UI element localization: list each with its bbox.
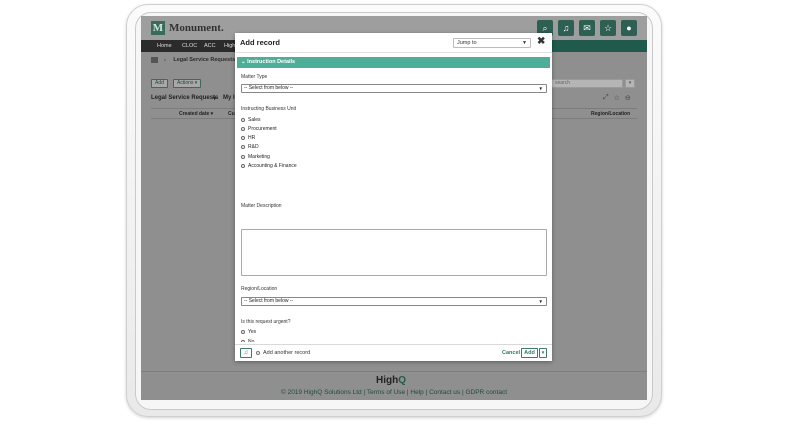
radio-label: Accounting & Finance — [248, 163, 297, 169]
radio-label: R&D — [248, 144, 259, 150]
nav-item-acc[interactable]: ACC — [204, 41, 216, 51]
logo-mark: M — [151, 21, 165, 35]
mail-icon[interactable]: ✉ — [579, 20, 595, 36]
chevron-down-icon: ▼ — [522, 40, 527, 46]
radio-rnd[interactable]: R&D — [241, 144, 259, 150]
modal-header: Add record Jump to ▼ ✖ — [235, 33, 552, 53]
matter-type-select[interactable]: -- Select from below -- ▼ — [241, 84, 547, 93]
star-icon[interactable]: ☆ — [600, 20, 616, 36]
more-icon[interactable]: ⊖ — [625, 94, 631, 102]
matter-description-textarea[interactable] — [241, 229, 547, 276]
page-title-caret[interactable]: ▾ — [213, 95, 216, 102]
modal-title: Add record — [240, 38, 281, 47]
radio-label: Procurement — [248, 126, 277, 132]
breadcrumb: › Legal Service Requests ▾ — [151, 57, 239, 63]
modal-body[interactable]: Matter Type -- Select from below -- ▼ Ins… — [235, 69, 552, 342]
add-button[interactable]: Add — [151, 79, 168, 88]
bell-icon[interactable]: ♫ — [558, 20, 574, 36]
region-select[interactable]: -- Select from below -- ▼ — [241, 297, 547, 306]
radio-button[interactable] — [241, 127, 245, 131]
radio-label: Marketing — [248, 154, 270, 160]
footer-logo-main: High — [376, 375, 399, 386]
bell-icon[interactable]: ♫ — [240, 348, 252, 358]
user-icon[interactable]: ● — [621, 20, 637, 36]
radio-button[interactable] — [241, 155, 245, 159]
add-another-checkbox[interactable] — [256, 351, 260, 355]
breadcrumb-separator: › — [164, 57, 166, 64]
matter-type-value: -- Select from below -- — [244, 85, 294, 91]
cancel-button[interactable]: Cancel — [502, 350, 520, 356]
radio-button[interactable] — [241, 340, 245, 342]
header-actions: ⌕ ♫ ✉ ☆ ● — [537, 20, 637, 36]
home-icon[interactable] — [151, 57, 158, 63]
matter-type-label: Matter Type — [241, 74, 268, 80]
page-footer: HighQ © 2019 HighQ Solutions Ltd | Terms… — [141, 371, 647, 400]
chevron-down-icon: ▼ — [538, 299, 543, 304]
footer-links[interactable]: © 2019 HighQ Solutions Ltd | Terms of Us… — [141, 389, 647, 396]
brand-logo[interactable]: M Monument. — [151, 21, 224, 35]
radio-label: Sales — [248, 117, 261, 123]
chevron-down-icon[interactable]: ▼ — [539, 348, 547, 358]
section-title: Instruction Details — [247, 59, 296, 65]
actions-button[interactable]: Actions ▾ — [173, 79, 202, 88]
expand-icon[interactable]: ⤢ — [603, 94, 609, 102]
jump-to-label: Jump to — [457, 40, 477, 46]
app-screen: M Monument. ⌕ ♫ ✉ ☆ ● Home CLOC ACC High… — [141, 16, 647, 400]
radio-button[interactable] — [241, 330, 245, 334]
footer-logo-q: Q — [398, 375, 406, 386]
modal-footer: ♫ Add another record Cancel Add ▼ — [235, 344, 552, 361]
page-title: Legal Service Requests — [151, 95, 219, 101]
view-selector[interactable]: My I — [223, 95, 235, 101]
region-value: -- Select from below -- — [244, 298, 294, 304]
add-record-button[interactable]: Add — [521, 348, 538, 358]
nav-item-high[interactable]: High — [224, 41, 235, 51]
radio-label: Yes — [248, 329, 257, 335]
business-unit-label: Instructing Business Unit — [241, 106, 297, 112]
nav-item-cloc[interactable]: CLOC — [182, 41, 197, 51]
view-tools: ⤢ ☆ ⊖ — [603, 94, 631, 102]
radio-sales[interactable]: Sales — [241, 117, 261, 123]
close-icon[interactable]: ✖ — [537, 36, 545, 48]
radio-urgent-no[interactable]: No — [241, 339, 254, 342]
radio-accounting-finance[interactable]: Accounting & Finance — [241, 163, 297, 169]
radio-button[interactable] — [241, 145, 245, 149]
radio-label: HR — [248, 135, 256, 141]
jump-to-select[interactable]: Jump to ▼ — [453, 38, 531, 48]
region-label: Region/Location — [241, 286, 278, 292]
radio-button[interactable] — [241, 164, 245, 168]
radio-urgent-yes[interactable]: Yes — [241, 329, 256, 335]
search-input[interactable]: search — [551, 79, 623, 88]
brand-name: Monument. — [169, 22, 224, 34]
radio-marketing[interactable]: Marketing — [241, 154, 270, 160]
search-dropdown-button[interactable]: ▾ — [625, 79, 635, 88]
add-another-label[interactable]: Add another record — [263, 350, 310, 356]
radio-button[interactable] — [241, 136, 245, 140]
add-record-modal: Add record Jump to ▼ ✖ ⌄ Instruction Deta… — [235, 33, 552, 361]
radio-hr[interactable]: HR — [241, 135, 255, 141]
column-region-location[interactable]: Region/Location — [591, 111, 630, 117]
favorite-icon[interactable]: ☆ — [614, 94, 620, 102]
breadcrumb-current[interactable]: Legal Service Requests ▾ — [173, 57, 239, 63]
chevron-down-icon: ▼ — [538, 86, 543, 91]
radio-label: No — [248, 339, 255, 342]
nav-accent — [552, 40, 647, 52]
nav-item-home[interactable]: Home — [157, 41, 172, 51]
urgent-label: Is this request urgent? — [241, 319, 291, 325]
section-instruction-details[interactable]: ⌄ Instruction Details — [237, 57, 550, 68]
radio-procurement[interactable]: Procurement — [241, 126, 277, 132]
matter-description-label: Matter Description — [241, 203, 282, 209]
column-created-date[interactable]: Created date ▾ — [179, 111, 213, 117]
footer-logo: HighQ — [376, 375, 406, 386]
radio-button[interactable] — [241, 118, 245, 122]
